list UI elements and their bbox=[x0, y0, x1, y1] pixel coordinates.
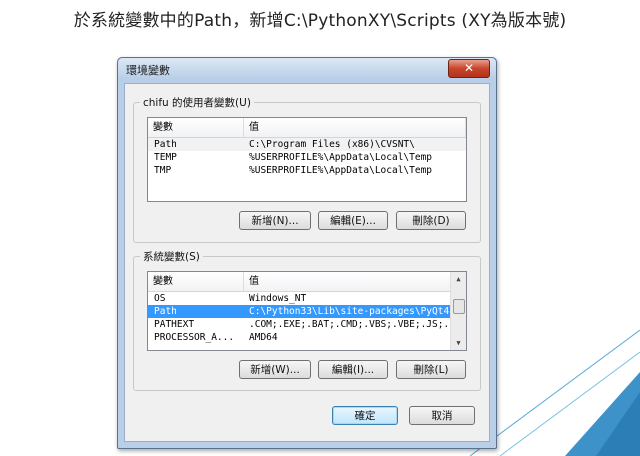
variable-name: OS bbox=[154, 293, 166, 304]
system-delete-button[interactable]: 刪除(L) bbox=[396, 360, 466, 379]
title-bar: 環境變數 ✕ bbox=[118, 58, 496, 80]
scroll-up-icon[interactable]: ▲ bbox=[451, 272, 466, 286]
list-item-selected[interactable]: Path C:\Python33\Lib\site-packages\PyQt4… bbox=[148, 305, 466, 318]
close-icon: ✕ bbox=[463, 61, 475, 75]
dialog-title: 環境變數 bbox=[126, 64, 170, 77]
column-header-value[interactable]: 值 bbox=[244, 118, 466, 137]
user-edit-button[interactable]: 編輯(E)... bbox=[318, 211, 388, 230]
variable-value: C:\Program Files (x86)\CVSNT\ bbox=[249, 139, 415, 150]
column-header-variable[interactable]: 變數 bbox=[148, 272, 244, 291]
scroll-thumb[interactable] bbox=[453, 299, 465, 314]
vertical-scrollbar[interactable]: ▲ ▼ bbox=[450, 272, 466, 350]
system-variables-group: 系統變數(S) 變數 值 OS Windows_NT Path C:\Pytho… bbox=[133, 249, 481, 391]
system-variables-list[interactable]: 變數 值 OS Windows_NT Path C:\Python33\Lib\… bbox=[147, 271, 467, 351]
user-delete-button[interactable]: 刪除(D) bbox=[396, 211, 466, 230]
variable-value: Windows_NT bbox=[249, 293, 307, 304]
variable-value: C:\Python33\Lib\site-packages\PyQt4;C:\.… bbox=[249, 306, 467, 317]
variable-value: .COM;.EXE;.BAT;.CMD;.VBS;.VBE;.JS;... bbox=[249, 319, 461, 330]
dialog-body: chifu 的使用者變數(U) 變數 值 Path C:\Program Fil… bbox=[124, 83, 490, 442]
user-variables-list[interactable]: 變數 值 Path C:\Program Files (x86)\CVSNT\ … bbox=[147, 117, 467, 202]
user-variables-label: chifu 的使用者變數(U) bbox=[140, 95, 254, 110]
variable-name: Path bbox=[154, 306, 177, 317]
environment-variables-dialog: 環境變數 ✕ chifu 的使用者變數(U) 變數 值 Path C:\Prog… bbox=[117, 57, 497, 449]
ok-button[interactable]: 確定 bbox=[332, 406, 398, 425]
variable-value: %USERPROFILE%\AppData\Local\Temp bbox=[249, 165, 433, 176]
list-item[interactable]: OS Windows_NT bbox=[148, 292, 466, 305]
list-item[interactable]: PATHEXT .COM;.EXE;.BAT;.CMD;.VBS;.VBE;.J… bbox=[148, 318, 466, 331]
list-item[interactable]: TEMP %USERPROFILE%\AppData\Local\Temp bbox=[148, 151, 466, 164]
list-item[interactable]: Path C:\Program Files (x86)\CVSNT\ bbox=[148, 138, 466, 151]
variable-name: Path bbox=[154, 139, 177, 150]
cancel-button[interactable]: 取消 bbox=[409, 406, 475, 425]
variable-value: %USERPROFILE%\AppData\Local\Temp bbox=[249, 152, 433, 163]
system-edit-button[interactable]: 編輯(I)... bbox=[318, 360, 388, 379]
user-new-button[interactable]: 新增(N)... bbox=[239, 211, 311, 230]
list-header: 變數 值 bbox=[148, 272, 466, 292]
column-header-variable[interactable]: 變數 bbox=[148, 118, 244, 137]
system-variables-label: 系統變數(S) bbox=[140, 249, 203, 264]
list-item[interactable]: TMP %USERPROFILE%\AppData\Local\Temp bbox=[148, 164, 466, 177]
list-header: 變數 值 bbox=[148, 118, 466, 138]
instruction-caption: 於系統變數中的Path，新增C:\PythonXY\Scripts (XY為版本… bbox=[73, 11, 567, 31]
variable-name: PATHEXT bbox=[154, 319, 195, 330]
system-new-button[interactable]: 新增(W)... bbox=[239, 360, 311, 379]
user-variables-group: chifu 的使用者變數(U) 變數 值 Path C:\Program Fil… bbox=[133, 95, 481, 243]
column-header-value[interactable]: 值 bbox=[244, 272, 451, 291]
variable-name: TEMP bbox=[154, 152, 177, 163]
variable-name: TMP bbox=[154, 165, 172, 176]
scroll-down-icon[interactable]: ▼ bbox=[451, 336, 466, 350]
list-item[interactable]: PROCESSOR_A... AMD64 bbox=[148, 331, 466, 344]
variable-name: PROCESSOR_A... bbox=[154, 332, 235, 343]
close-button[interactable]: ✕ bbox=[448, 59, 490, 78]
variable-value: AMD64 bbox=[249, 332, 278, 343]
